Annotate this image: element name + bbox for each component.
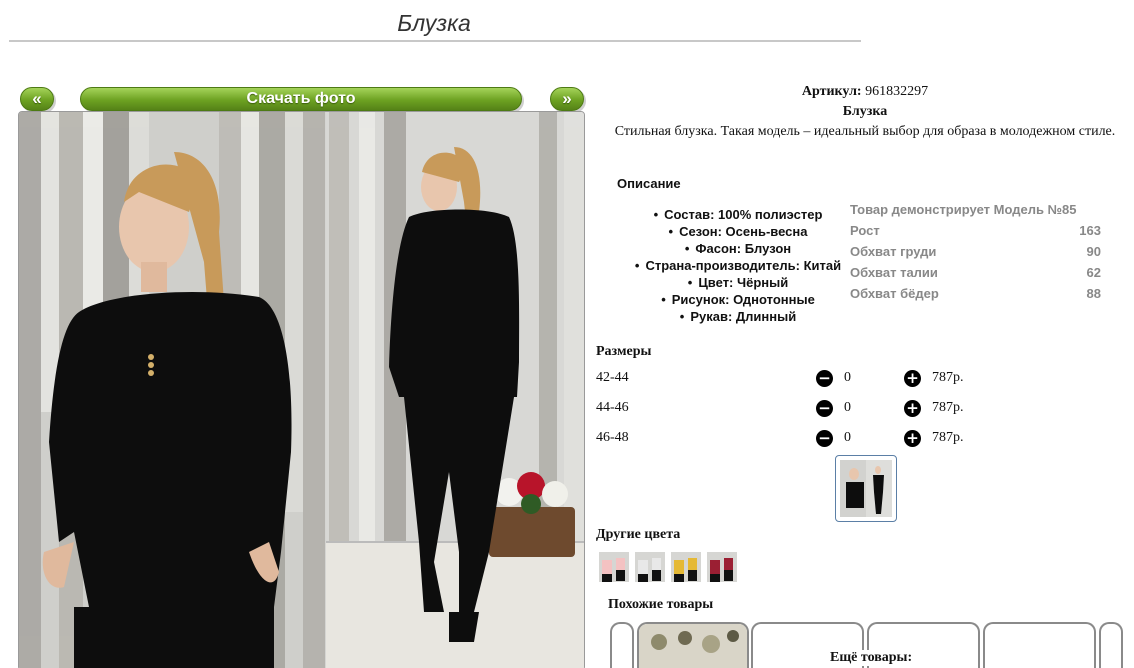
quantity-value: 0 (844, 400, 851, 415)
color-swatch (674, 560, 684, 574)
color-variant-image (599, 552, 629, 582)
detail-item: Цвет: Чёрный (618, 274, 858, 291)
size-label: 46-48 (596, 430, 629, 445)
product-info: Артикул: 961832297 Блузка Стильная блузк… (596, 82, 1134, 142)
color-swatch (602, 560, 612, 574)
model-row-label: Обхват груди (850, 244, 937, 259)
article-label: Артикул: (801, 84, 862, 99)
model-row: Обхват талии 62 (848, 262, 1103, 283)
page-title: Блузка (397, 10, 471, 36)
size-row: 42-44 − 0 + 787р. (596, 368, 976, 390)
details-heading: Описание (617, 176, 681, 191)
prev-photo-button[interactable]: « (20, 87, 54, 111)
similar-product-image (639, 624, 747, 668)
model-row-value: 90 (1086, 244, 1101, 259)
color-variant-thumbnail[interactable] (635, 552, 665, 582)
color-swatch (652, 558, 661, 570)
similar-product-card[interactable] (637, 622, 749, 668)
other-colors-heading: Другие цвета (596, 527, 681, 542)
article-value: 961832297 (865, 84, 929, 99)
color-variant-thumbnail[interactable] (707, 552, 737, 582)
product-description: Стильная блузка. Такая модель – идеальны… (614, 124, 1116, 139)
plus-icon[interactable]: + (904, 370, 921, 387)
download-photo-button[interactable]: Скачать фото (80, 87, 522, 111)
sizes-heading: Размеры (596, 344, 652, 359)
model-measurements: Товар демонстрирует Модель №85 Рост 163 … (848, 199, 1103, 304)
size-row: 46-48 − 0 + 787р. (596, 428, 976, 450)
model-row-value: 62 (1086, 265, 1101, 280)
photo-thumbnail[interactable] (835, 455, 897, 522)
color-variant-thumbnail[interactable] (599, 552, 629, 582)
minus-icon[interactable]: − (816, 400, 833, 417)
product-photo-image (19, 112, 584, 668)
similar-products-heading: Похожие товары (608, 597, 714, 612)
minus-icon[interactable]: − (816, 370, 833, 387)
details-list: Состав: 100% полиэстер Сезон: Осень-весн… (618, 206, 858, 325)
size-label: 44-46 (596, 400, 629, 415)
detail-item: Рисунок: Однотонные (618, 291, 858, 308)
quantity-value: 0 (844, 370, 851, 385)
size-price: 787р. (932, 430, 964, 445)
color-swatch (710, 560, 720, 574)
plus-icon[interactable]: + (904, 430, 921, 447)
minus-icon[interactable]: − (816, 430, 833, 447)
model-row-label: Рост (850, 223, 880, 238)
product-name: Блузка (842, 104, 888, 119)
title-divider (9, 40, 861, 42)
detail-item: Состав: 100% полиэстер (618, 206, 858, 223)
model-heading: Товар демонстрирует Модель №85 (850, 202, 1077, 217)
similar-product-card[interactable] (983, 622, 1096, 668)
similar-product-card[interactable] (1099, 622, 1123, 668)
model-row-value: 163 (1079, 223, 1101, 238)
color-variant-image (635, 552, 665, 582)
next-photo-button[interactable]: » (550, 87, 584, 111)
color-variant-image (707, 552, 737, 582)
detail-item: Фасон: Блузон (618, 240, 858, 257)
model-row: Рост 163 (848, 220, 1103, 241)
size-label: 42-44 (596, 370, 629, 385)
similar-product-card[interactable] (610, 622, 634, 668)
color-swatch (688, 558, 697, 570)
color-variant-thumbnail[interactable] (671, 552, 701, 582)
plus-icon[interactable]: + (904, 400, 921, 417)
model-row-value: 88 (1086, 286, 1101, 301)
color-swatch (638, 560, 648, 574)
product-photo[interactable] (18, 111, 585, 668)
color-variant-image (671, 552, 701, 582)
color-swatch (616, 558, 625, 570)
color-swatch (724, 558, 733, 570)
model-row: Обхват бёдер 88 (848, 283, 1103, 304)
more-products-heading: Ещё товары: (828, 650, 915, 666)
detail-item: Рукав: Длинный (618, 308, 858, 325)
model-row: Обхват груди 90 (848, 241, 1103, 262)
detail-item: Страна-производитель: Китай (618, 257, 858, 274)
quantity-value: 0 (844, 430, 851, 445)
model-row-label: Обхват талии (850, 265, 938, 280)
size-price: 787р. (932, 370, 964, 385)
size-row: 44-46 − 0 + 787р. (596, 398, 976, 420)
detail-item: Сезон: Осень-весна (618, 223, 858, 240)
thumbnail-image (840, 460, 892, 517)
size-price: 787р. (932, 400, 964, 415)
model-row-label: Обхват бёдер (850, 286, 939, 301)
article-line: Артикул: 961832297 (596, 82, 1134, 102)
